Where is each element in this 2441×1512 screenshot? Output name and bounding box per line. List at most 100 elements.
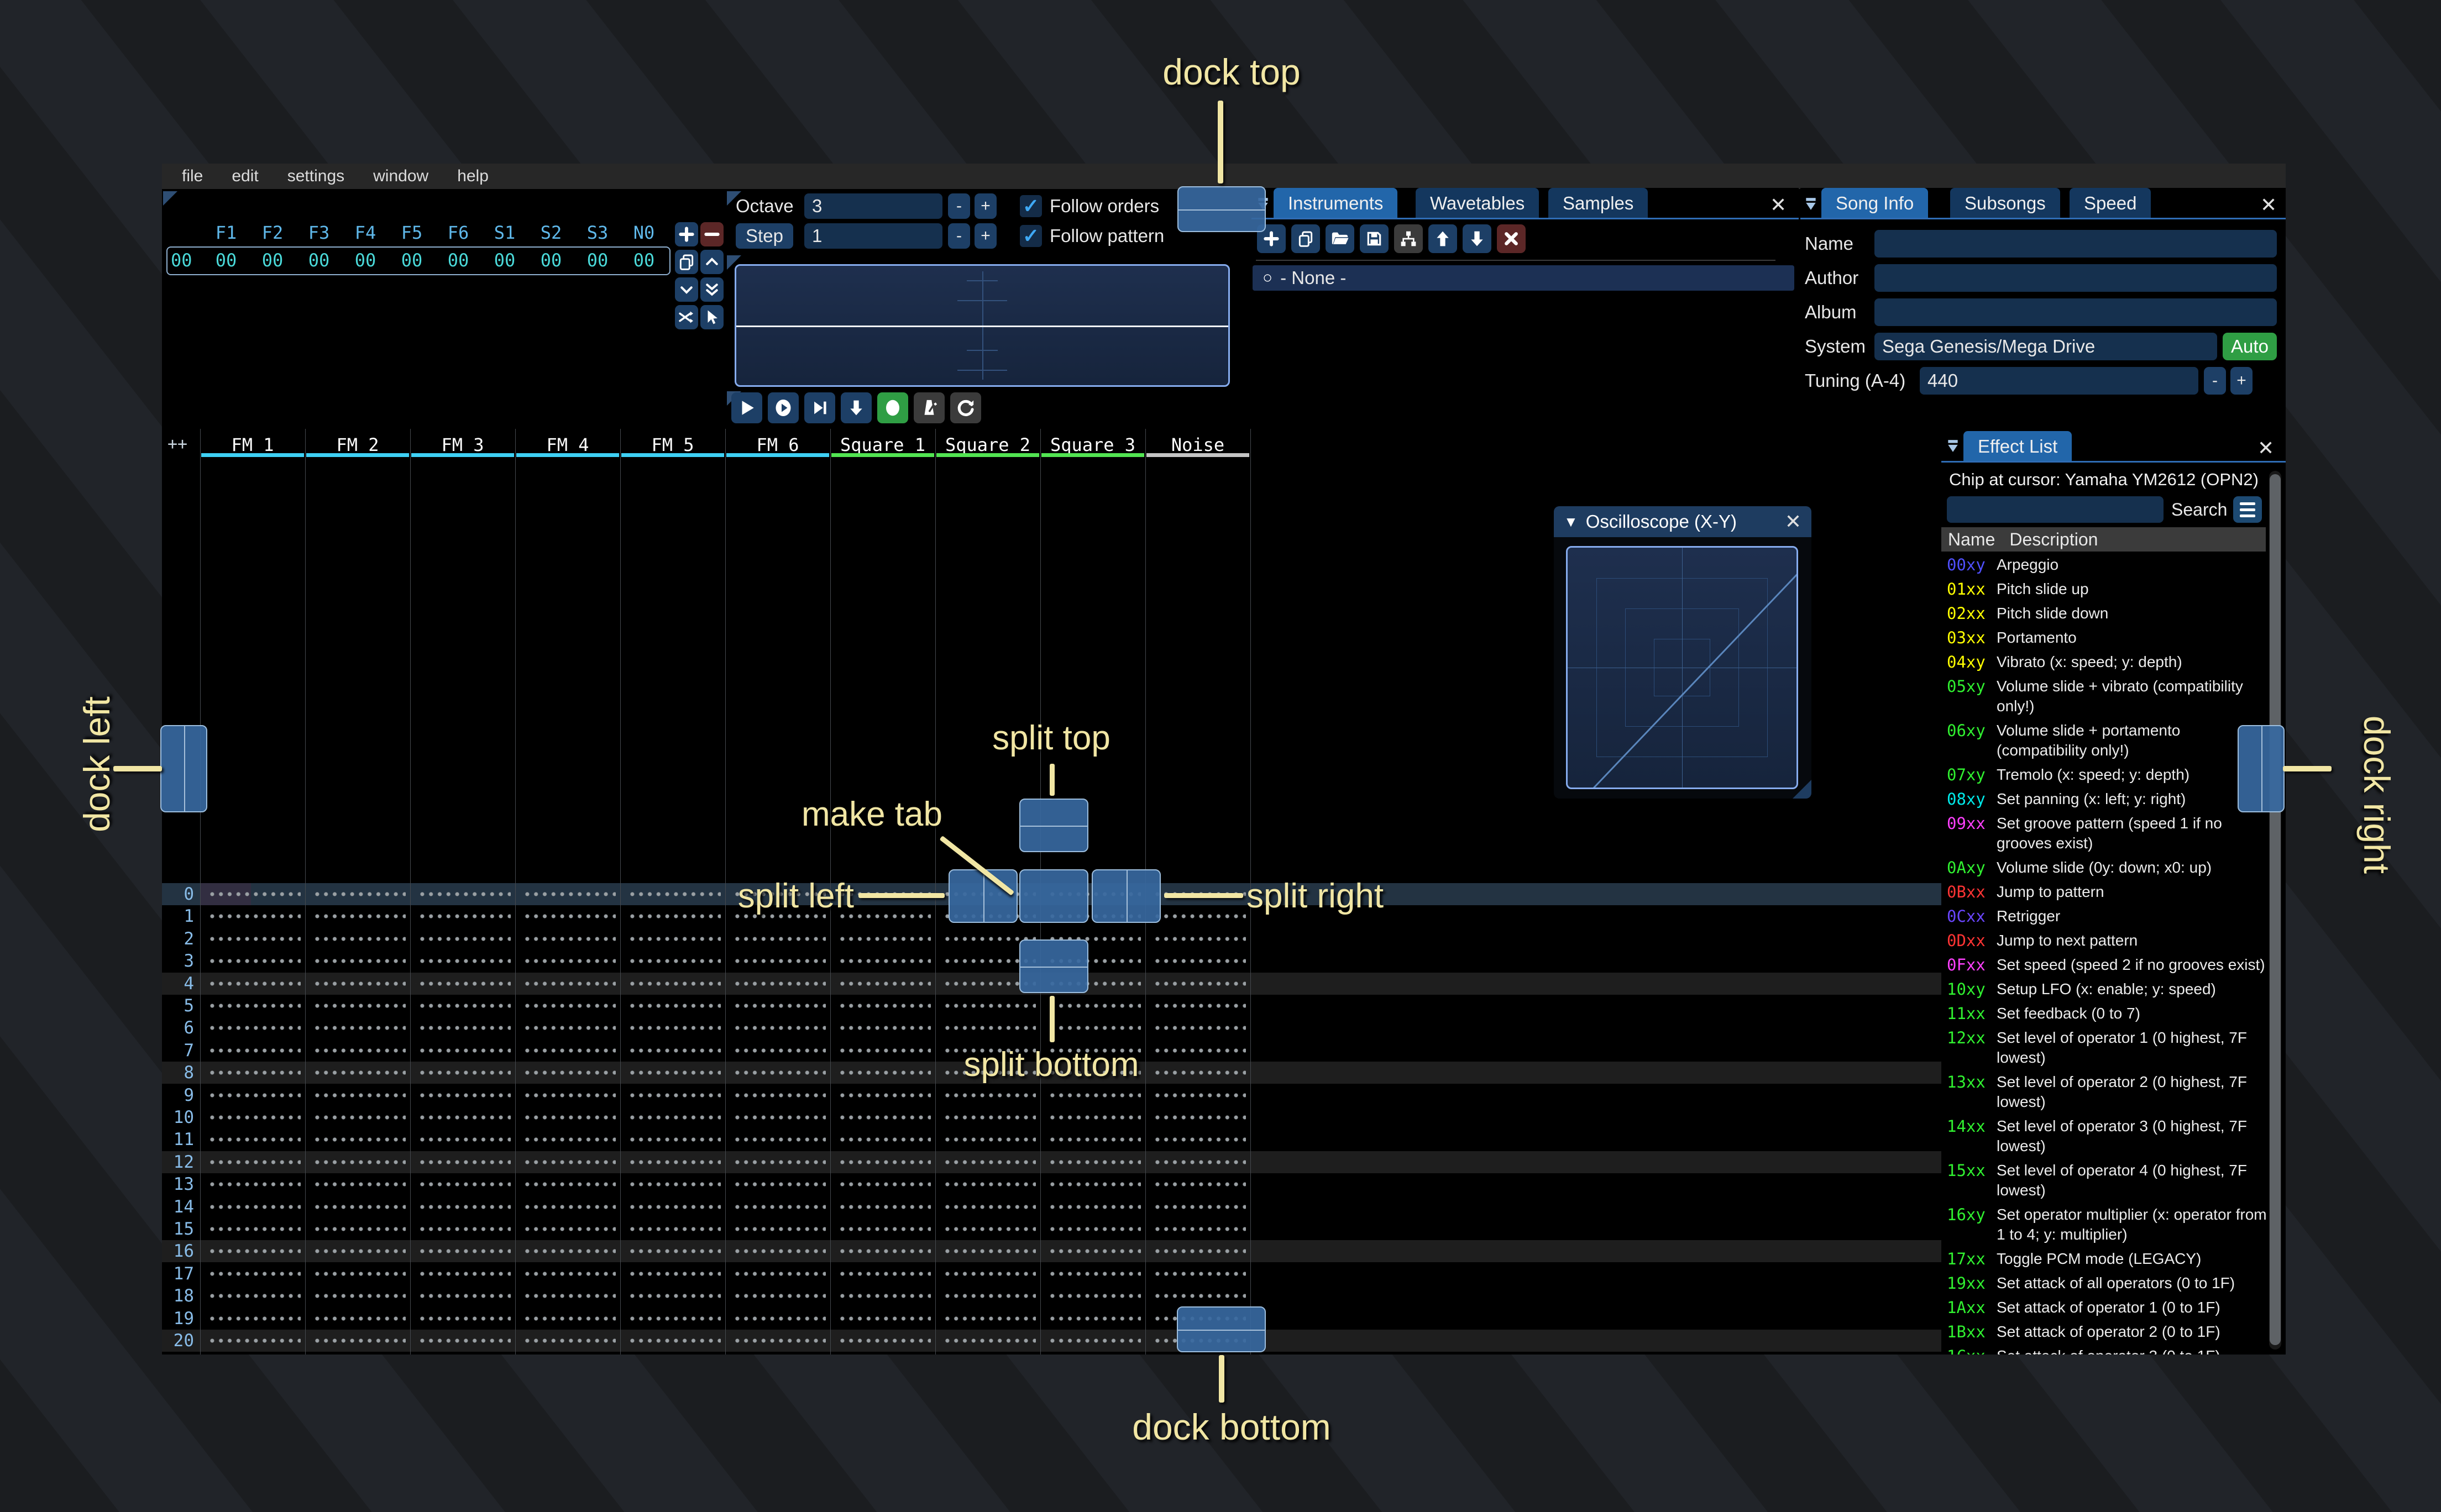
name-input[interactable] [1874, 230, 2277, 258]
pattern-cell[interactable] [416, 1285, 511, 1308]
pattern-cell[interactable] [941, 1151, 1036, 1173]
effect-row[interactable]: 00xy Arpeggio [1947, 555, 2273, 575]
channel-header-fm-1[interactable]: FM 1 [200, 434, 305, 455]
pattern-cell[interactable] [311, 1084, 406, 1106]
pattern-cell[interactable] [626, 1039, 721, 1062]
album-input[interactable] [1874, 298, 2277, 326]
pattern-cell[interactable] [1046, 1084, 1141, 1106]
effect-row[interactable]: 0Axy Volume slide (0y: down; x0: up) [1947, 858, 2273, 878]
effect-row[interactable]: 0Bxx Jump to pattern [1947, 882, 2273, 902]
pattern-cell[interactable] [836, 1330, 931, 1352]
pattern-cell[interactable] [311, 1039, 406, 1062]
pattern-cell[interactable] [521, 1330, 616, 1352]
step-input[interactable]: 1 [804, 223, 942, 249]
pattern-cell[interactable] [206, 1240, 301, 1263]
resize-grip[interactable] [1793, 780, 1811, 799]
pattern-cell[interactable] [311, 1352, 406, 1355]
effect-row[interactable]: 07xy Tremolo (x: speed; y: depth) [1947, 765, 2273, 785]
pattern-cell[interactable] [416, 1106, 511, 1128]
pattern-cell[interactable] [836, 1307, 931, 1330]
pattern-row[interactable]: 12 [162, 1151, 1941, 1173]
pattern-cell[interactable] [626, 1106, 721, 1128]
folder-open-icon[interactable] [1326, 224, 1354, 253]
pattern-cell[interactable] [836, 1151, 931, 1173]
effect-search-input[interactable] [1947, 496, 2164, 523]
dock-top-button[interactable] [1177, 186, 1266, 232]
effect-row[interactable]: 02xx Pitch slide down [1947, 603, 2273, 623]
chevrons-down-icon[interactable] [700, 277, 724, 302]
pattern-cell[interactable] [311, 1240, 406, 1263]
plus-icon[interactable] [675, 222, 698, 246]
tab-samples[interactable]: Samples [1548, 188, 1648, 219]
pattern-cell[interactable] [1046, 1240, 1141, 1263]
pattern-cell[interactable] [836, 1106, 931, 1128]
pattern-cell[interactable] [731, 1218, 826, 1240]
pattern-cell[interactable] [521, 972, 616, 995]
pattern-cell[interactable] [1151, 1151, 1246, 1173]
pattern-cell[interactable] [521, 1173, 616, 1196]
pattern-cell[interactable] [311, 883, 406, 905]
pattern-row[interactable]: 17 [162, 1262, 1941, 1285]
octave-decrease-button[interactable]: - [948, 193, 970, 219]
channel-header-fm-6[interactable]: FM 6 [725, 434, 830, 455]
pattern-cell[interactable] [521, 1084, 616, 1106]
pattern-cell[interactable] [206, 1173, 301, 1196]
close-icon[interactable]: ✕ [2260, 193, 2277, 217]
pattern-cell[interactable] [941, 1307, 1036, 1330]
pattern-cell[interactable] [206, 1062, 301, 1084]
tab-effect-list[interactable]: Effect List [1963, 431, 2072, 462]
effect-row[interactable]: 1Axx Set attack of operator 1 (0 to 1F) [1947, 1298, 2273, 1317]
tree-icon[interactable] [1394, 224, 1423, 253]
menu-item-help[interactable]: help [443, 167, 503, 186]
pattern-cell[interactable] [731, 1173, 826, 1196]
follow-orders-checkbox[interactable]: ✓ [1020, 195, 1042, 217]
pattern-cell[interactable] [206, 1195, 301, 1218]
orders-cell[interactable]: 00 [481, 250, 528, 271]
pattern-cell[interactable] [1151, 905, 1246, 928]
pattern-row[interactable]: 19 [162, 1307, 1941, 1330]
cursor-icon[interactable] [700, 305, 724, 329]
pattern-row[interactable]: 10 [162, 1106, 1941, 1128]
pattern-cell[interactable] [1151, 1084, 1246, 1106]
orders-cell[interactable]: 00 [296, 250, 342, 271]
pattern-cell[interactable] [311, 995, 406, 1017]
pattern-cell[interactable] [836, 1084, 931, 1106]
effect-row[interactable]: 13xx Set level of operator 2 (0 highest, … [1947, 1072, 2273, 1112]
pattern-cell[interactable] [626, 1062, 721, 1084]
x-icon[interactable] [1497, 224, 1526, 253]
instrument-list-item[interactable]: ○ - None - [1253, 265, 1794, 291]
pattern-cell[interactable] [521, 905, 616, 928]
pattern-cell[interactable] [626, 1218, 721, 1240]
pattern-cell[interactable] [626, 1195, 721, 1218]
pattern-cell[interactable] [731, 1084, 826, 1106]
pattern-cell[interactable] [731, 1062, 826, 1084]
pattern-cell[interactable] [416, 1330, 511, 1352]
pattern-cell[interactable] [521, 1240, 616, 1263]
pattern-cell[interactable] [626, 1173, 721, 1196]
pattern-cell[interactable] [941, 1352, 1036, 1355]
step-icon[interactable] [804, 392, 835, 423]
pattern-cell[interactable] [731, 1039, 826, 1062]
effect-row[interactable]: 1Bxx Set attack of operator 2 (0 to 1F) [1947, 1322, 2273, 1342]
pattern-cell[interactable] [416, 905, 511, 928]
pattern-cell[interactable] [416, 995, 511, 1017]
tab-song-info[interactable]: Song Info [1821, 188, 1929, 219]
pattern-cell[interactable] [206, 1128, 301, 1151]
step-decrease-button[interactable]: - [948, 223, 970, 249]
effect-row[interactable]: 04xy Vibrato (x: speed; y: depth) [1947, 652, 2273, 672]
pattern-cell[interactable] [836, 1195, 931, 1218]
pattern-cell[interactable] [731, 1285, 826, 1308]
pattern-cell[interactable] [731, 950, 826, 973]
dock-right-button[interactable] [2238, 725, 2285, 812]
pattern-cell[interactable] [206, 905, 301, 928]
collapse-icon[interactable] [1946, 439, 1960, 453]
pattern-cell[interactable] [731, 1352, 826, 1355]
copy-icon[interactable] [675, 250, 698, 274]
make-tab-button[interactable] [1019, 869, 1088, 923]
pattern-cell[interactable] [626, 1262, 721, 1285]
effect-row[interactable]: 06xy Volume slide + portamento (compatibi… [1947, 721, 2273, 760]
pattern-cell[interactable] [521, 1151, 616, 1173]
collapse-icon[interactable] [1804, 197, 1818, 211]
step-increase-button[interactable]: + [975, 223, 997, 249]
orders-cell[interactable]: 00 [389, 250, 435, 271]
